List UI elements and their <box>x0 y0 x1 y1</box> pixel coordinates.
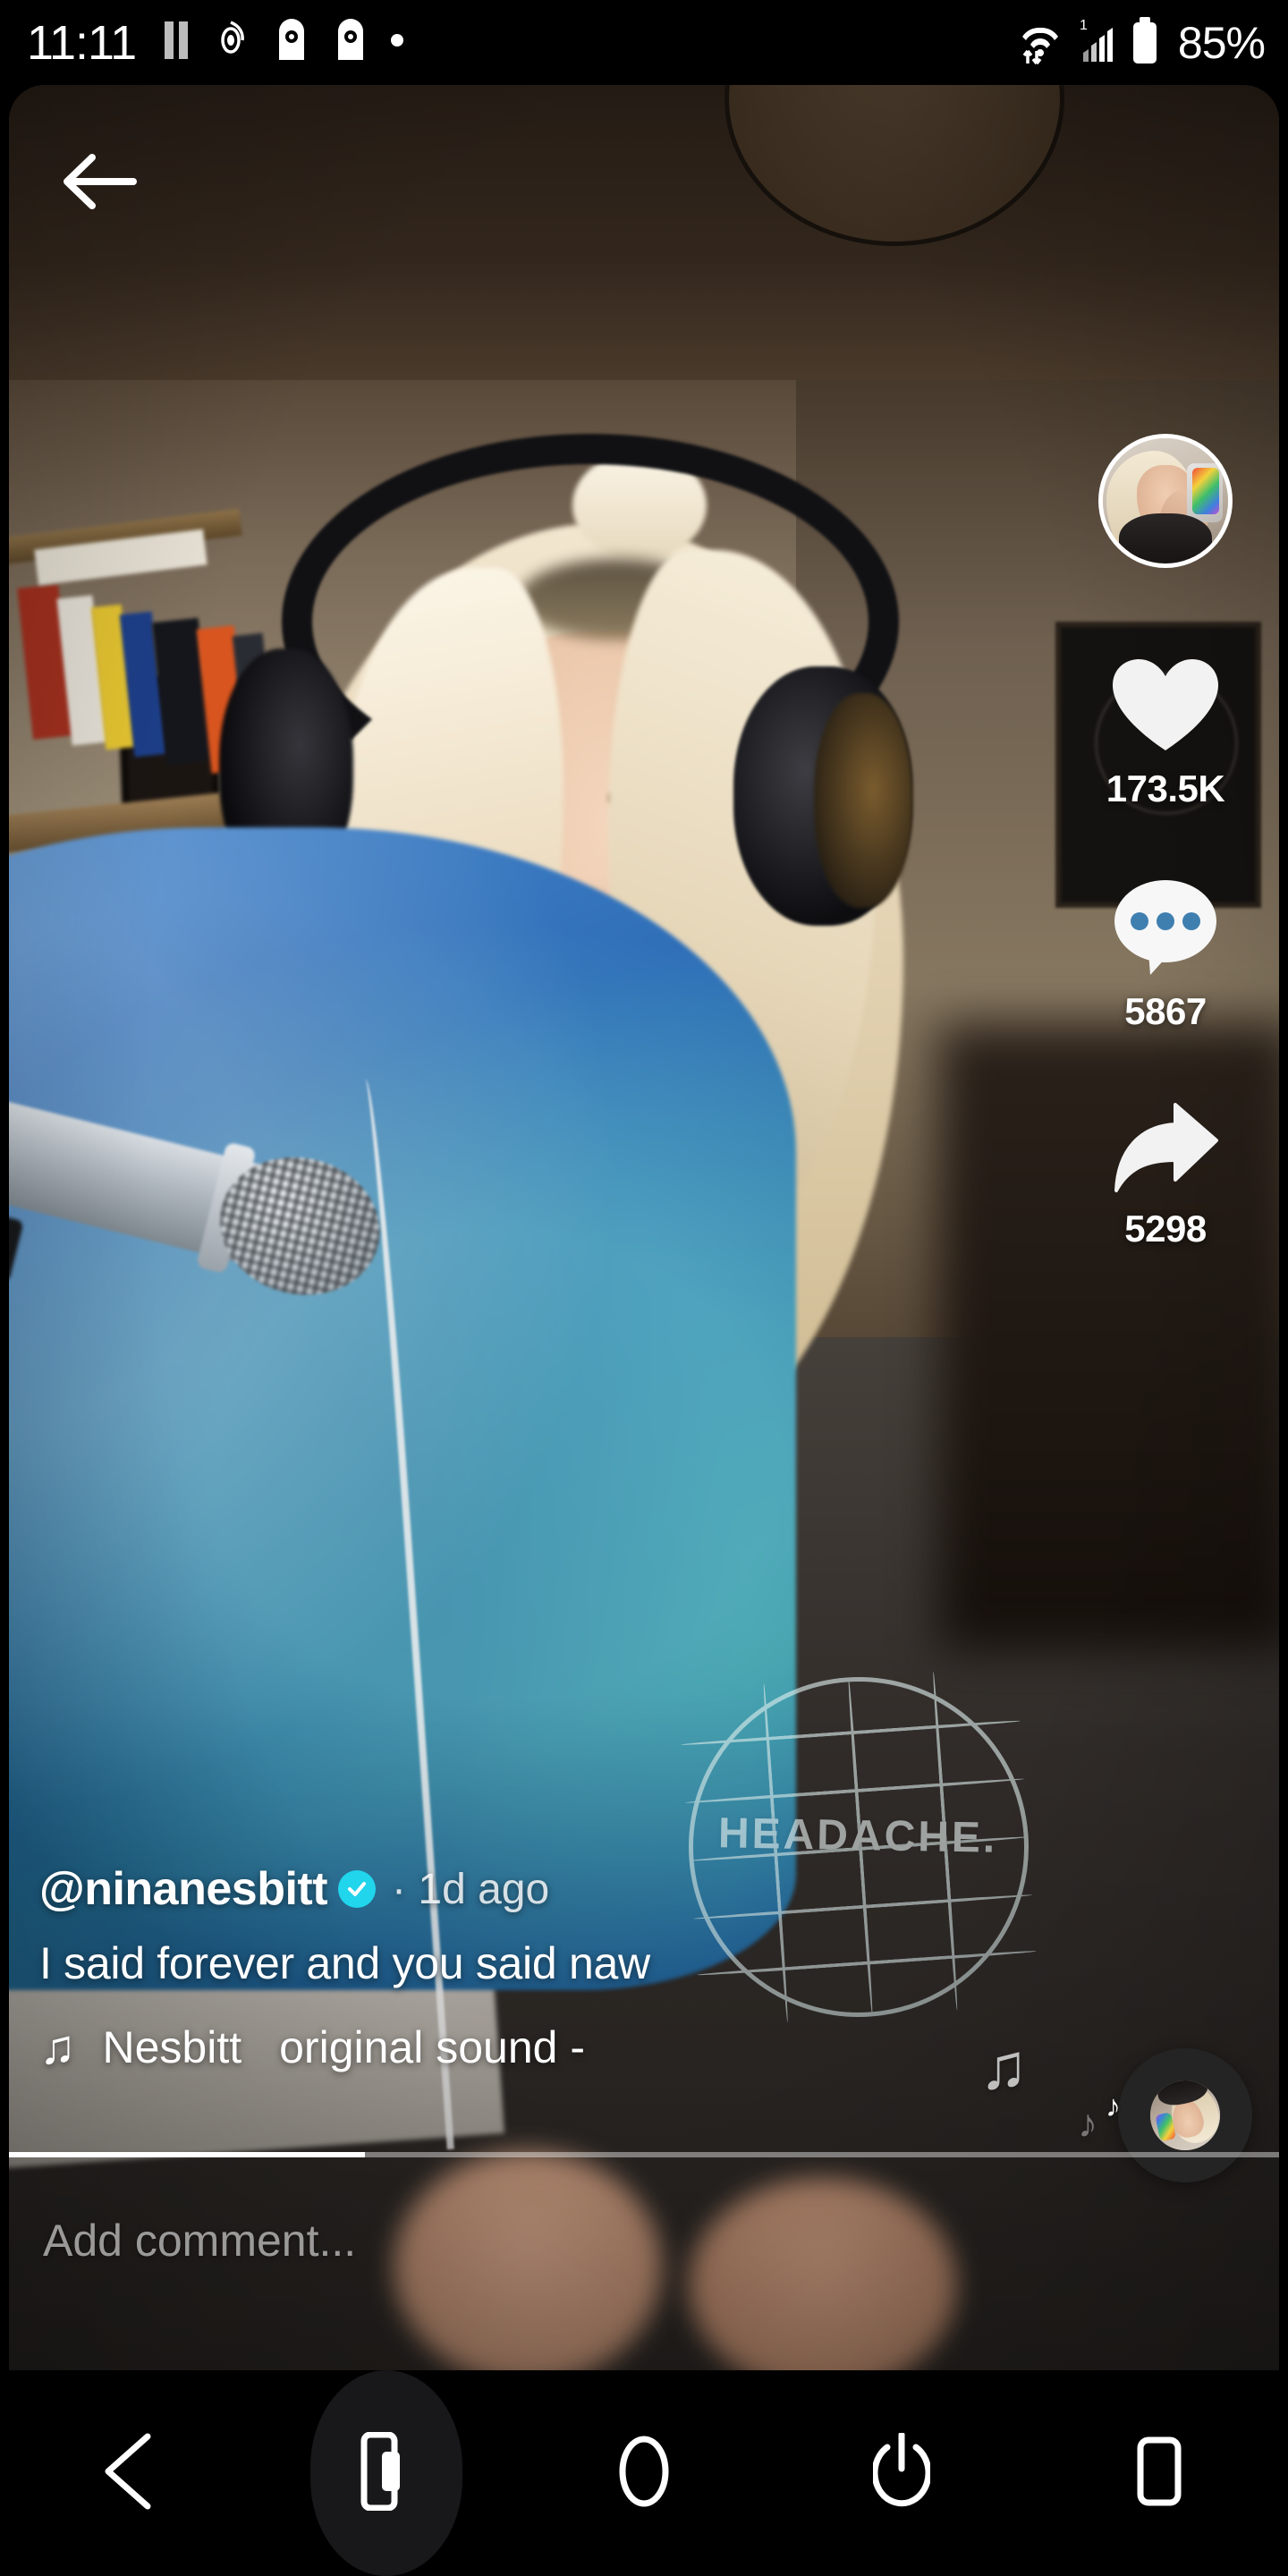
music-disc-artwork <box>1143 2073 1227 2157</box>
heart-icon <box>1111 657 1220 758</box>
system-nav-bar <box>0 2370 1288 2576</box>
comment-bubble-icon <box>1113 878 1218 981</box>
author-username[interactable]: @ninanesbitt <box>39 1862 328 1916</box>
wifi-icon <box>1015 15 1065 70</box>
battery-percent-text: 85% <box>1177 17 1266 68</box>
music-title: Nesbitt <box>102 2022 242 2072</box>
add-comment-bar[interactable]: Add comment... <box>9 2165 1279 2370</box>
author-row[interactable]: @ninanesbitt · 1d ago <box>39 1862 979 1916</box>
pause-icon <box>163 21 190 64</box>
nav-back-button[interactable] <box>39 2370 218 2576</box>
phone-device-icon <box>359 2431 414 2515</box>
disc-music-note-icon: ♪ <box>1106 2089 1121 2123</box>
share-arrow-icon <box>1111 1101 1220 1199</box>
caption-block: @ninanesbitt · 1d ago I said forever and… <box>39 1862 979 2075</box>
music-disc-button[interactable]: ♪ <box>1106 2048 1252 2182</box>
video-player[interactable]: HEADACHE. <box>9 85 1279 2370</box>
nav-device-button[interactable] <box>297 2370 476 2576</box>
status-time: 11:11 <box>27 15 137 70</box>
music-subtitle: original sound - <box>279 2022 585 2072</box>
status-notification-icons <box>163 19 404 66</box>
verified-badge-icon <box>338 1870 377 1908</box>
music-row[interactable]: ♫ Nesbitt original sound - <box>39 2020 979 2075</box>
power-icon <box>871 2431 932 2514</box>
comment-button[interactable]: 5867 <box>1113 878 1218 1033</box>
circle-home-icon <box>615 2434 673 2513</box>
battery-icon <box>1130 15 1160 70</box>
floating-music-note-icon: ♫ <box>979 2031 1028 2103</box>
svg-text:1: 1 <box>1080 18 1088 33</box>
video-progress-fill <box>9 2152 365 2157</box>
comment-count: 5867 <box>1124 990 1207 1032</box>
share-count: 5298 <box>1124 1208 1207 1250</box>
caption-text: I said forever and you said naw <box>39 1938 650 1988</box>
status-system-icons: 1 85% <box>1015 15 1266 70</box>
back-button[interactable] <box>45 130 152 237</box>
spiral-notification-icon <box>213 19 249 66</box>
floating-music-note-icon-2: ♪ <box>1078 2102 1097 2146</box>
app-notification-icon <box>272 19 308 66</box>
add-comment-placeholder[interactable]: Add comment... <box>43 2215 356 2267</box>
dot-icon <box>390 33 404 52</box>
like-count: 173.5K <box>1106 767 1225 809</box>
nav-home-button[interactable] <box>555 2370 733 2576</box>
signal-icon: 1 <box>1076 15 1119 70</box>
app-notification-icon-2 <box>331 19 367 66</box>
avatar[interactable] <box>1098 434 1233 568</box>
video-progress-bar[interactable] <box>9 2152 1279 2157</box>
nav-recents-button[interactable] <box>1070 2370 1249 2576</box>
status-bar: 11:11 1 85% <box>0 0 1288 85</box>
action-rail: 173.5K 5867 5298 <box>1080 434 1250 1250</box>
post-timestamp: · 1d ago <box>392 1865 550 1913</box>
share-button[interactable]: 5298 <box>1111 1101 1220 1250</box>
like-button[interactable]: 173.5K <box>1106 657 1225 810</box>
nav-power-button[interactable] <box>812 2370 991 2576</box>
music-note-icon: ♫ <box>39 2021 76 2074</box>
triangle-back-icon <box>99 2433 158 2514</box>
back-arrow-icon <box>58 150 139 217</box>
square-recents-icon <box>1131 2435 1187 2512</box>
